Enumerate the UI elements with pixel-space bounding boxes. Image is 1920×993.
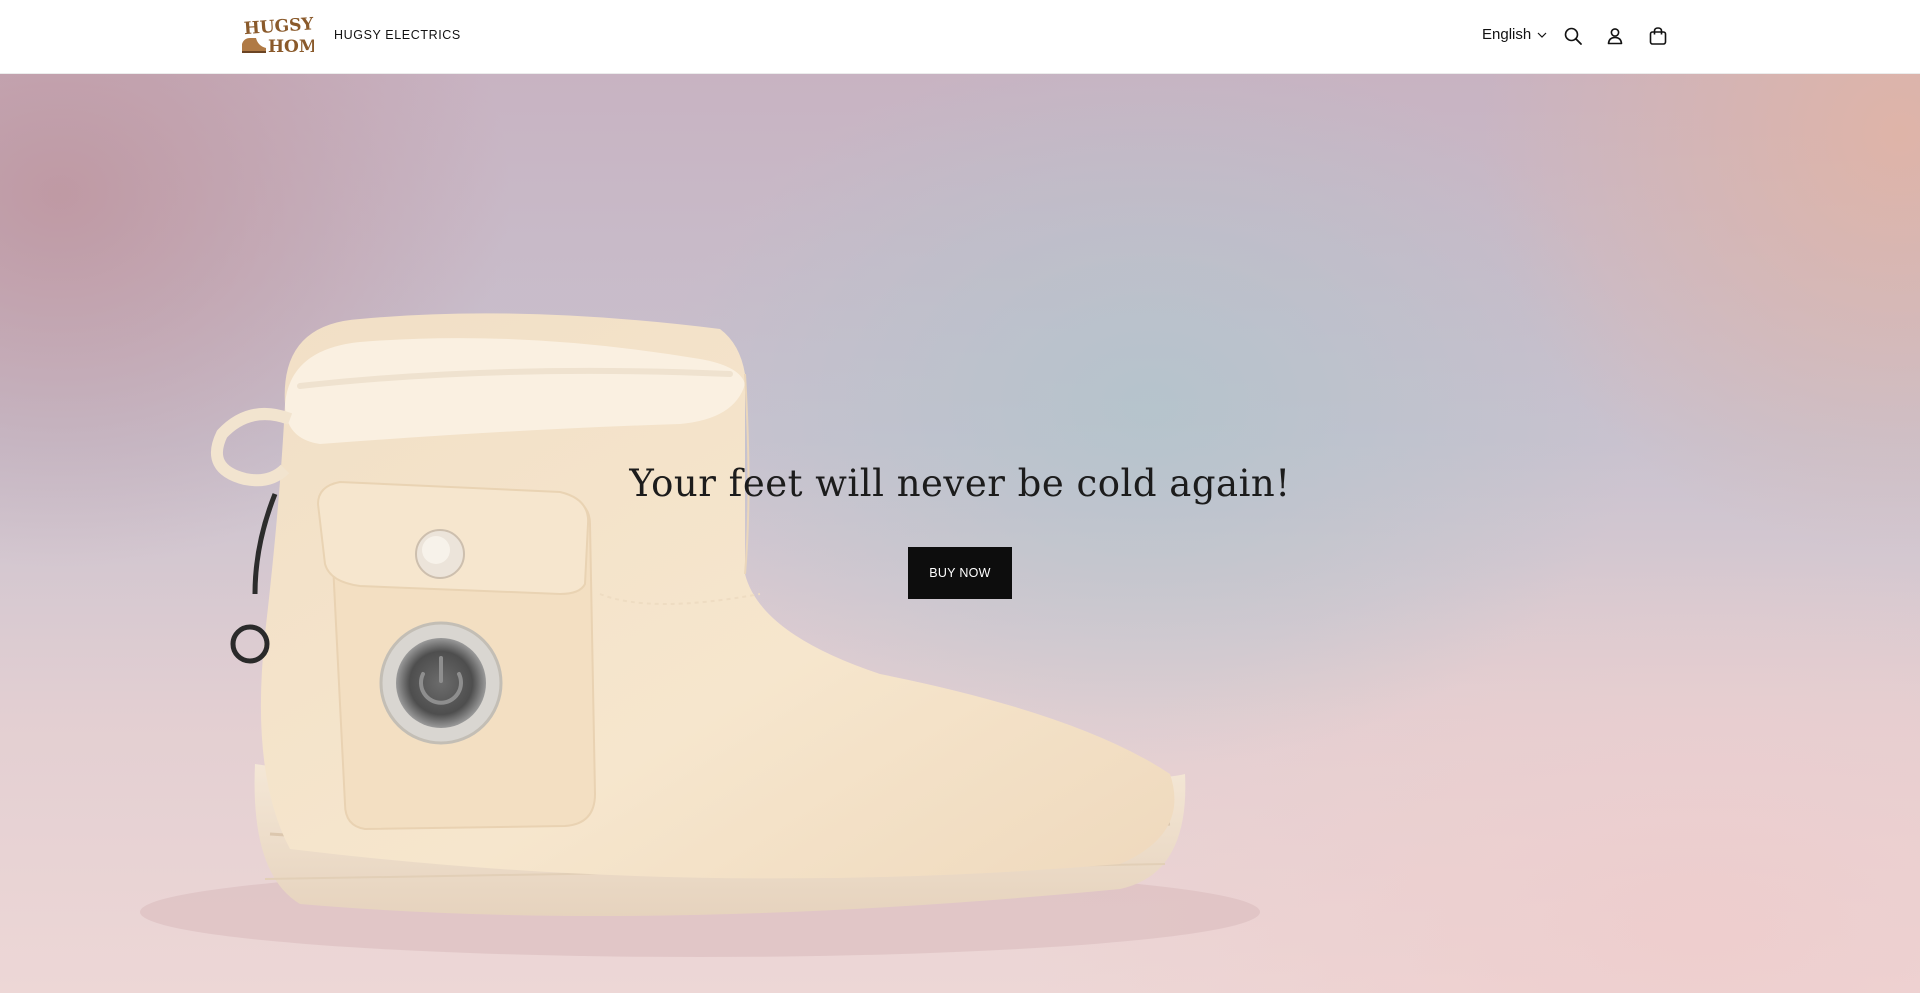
account-icon[interactable] [1604,25,1626,47]
chevron-down-icon [1537,32,1547,38]
buy-now-button[interactable]: BUY NOW [908,547,1012,599]
search-icon[interactable] [1562,25,1584,47]
logo-mark-icon: HUGSY HOME [242,14,331,57]
language-selector[interactable]: English [1482,26,1547,43]
hero-banner: Your feet will never be cold again! BUY … [0,74,1920,993]
nav-link-hugsy-electrics[interactable]: HUGSY ELECTRICS [334,28,461,42]
cart-icon[interactable] [1647,25,1669,47]
svg-text:HOME: HOME [268,37,314,56]
svg-text:HUGSY: HUGSY [243,16,314,39]
language-label: English [1482,26,1532,43]
hero-title: Your feet will never be cold again! [629,462,1291,505]
hero-content: Your feet will never be cold again! BUY … [0,74,1920,993]
hugsy-home-logo[interactable]: HUGSY HOME [240,14,331,57]
site-header: HUGSY HOME HUGSY ELECTRICS English [0,0,1920,74]
